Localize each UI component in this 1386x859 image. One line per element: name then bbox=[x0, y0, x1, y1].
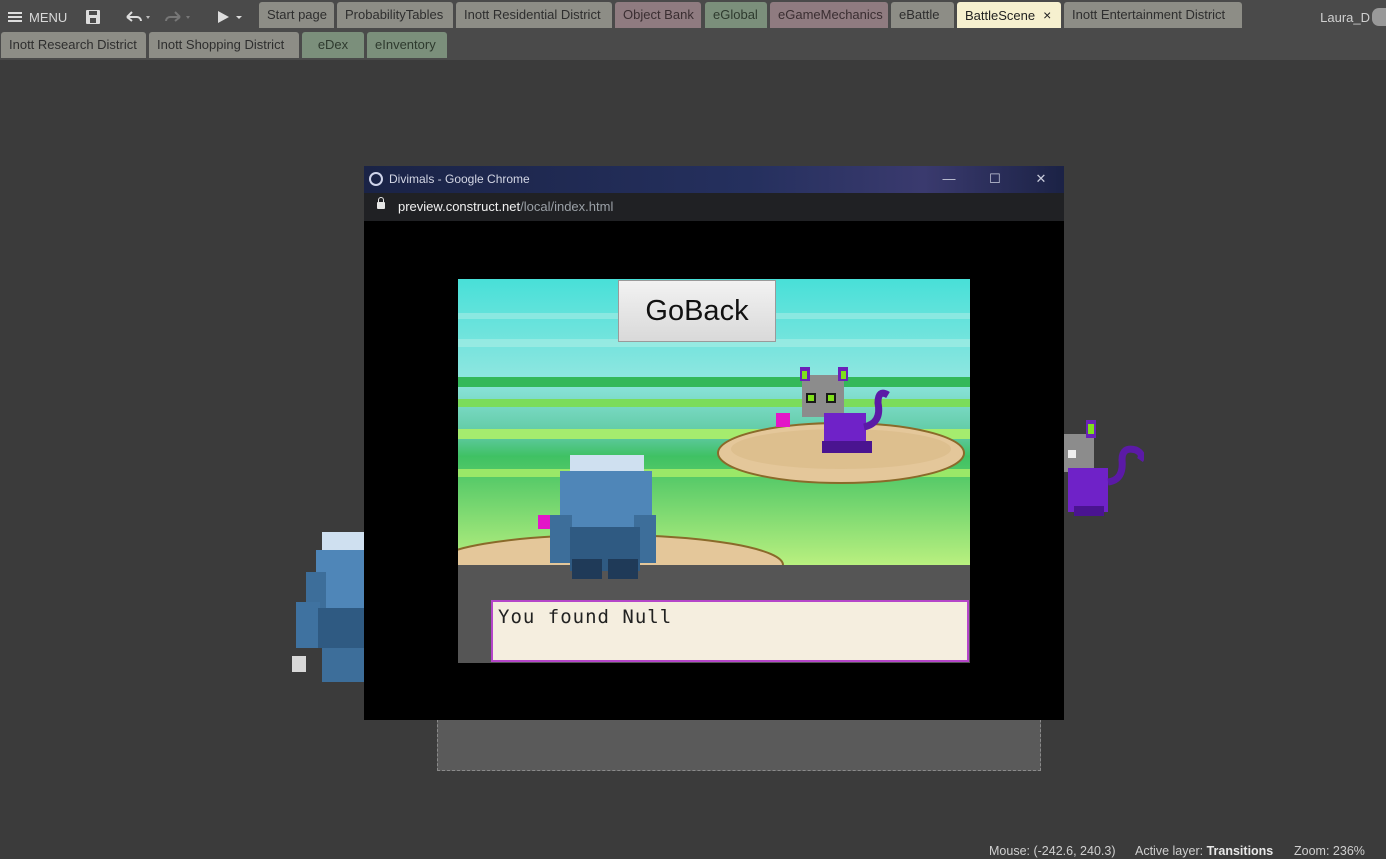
user-name[interactable]: Laura_D bbox=[1320, 10, 1370, 25]
url-host: preview.construct.net bbox=[398, 199, 521, 214]
play-icon[interactable] bbox=[216, 6, 246, 28]
menu-button[interactable]: MENU bbox=[8, 6, 67, 28]
player-sprite-large bbox=[292, 532, 364, 682]
layer-label: Active layer: bbox=[1135, 844, 1204, 858]
zoom-value: 236% bbox=[1332, 844, 1365, 858]
minimize-button[interactable]: — bbox=[936, 169, 962, 189]
redo-icon[interactable] bbox=[160, 6, 192, 28]
close-button[interactable]: ✕ bbox=[1028, 169, 1054, 189]
preview-window: Divimals - Google Chrome — ☐ ✕ preview.c… bbox=[364, 166, 1064, 720]
tab-label: BattleScene bbox=[965, 8, 1036, 23]
mouse-coordinates: Mouse: (-242.6, 240.3) bbox=[989, 844, 1115, 858]
construct-logo-icon bbox=[369, 172, 383, 186]
tab-label: eGameMechanics bbox=[778, 7, 883, 22]
tab-einventory[interactable]: eInventory bbox=[367, 32, 447, 58]
editor-topbar: MENU Start page ProbabilityTables Inott … bbox=[0, 0, 1386, 60]
mouse-value: (-242.6, 240.3) bbox=[1033, 844, 1116, 858]
player-sprite bbox=[550, 455, 656, 579]
tab-label: ProbabilityTables bbox=[345, 7, 444, 22]
tab-label: Inott Residential District bbox=[464, 7, 601, 22]
tab-label: Start page bbox=[267, 7, 327, 22]
menu-label: MENU bbox=[29, 9, 68, 25]
tab-battlescene[interactable]: BattleScene × bbox=[957, 2, 1061, 28]
zoom-level: Zoom: 236% bbox=[1294, 844, 1365, 858]
tab-label: Inott Shopping District bbox=[157, 37, 285, 52]
maximize-button[interactable]: ☐ bbox=[982, 169, 1008, 189]
window-title: Divimals - Google Chrome bbox=[389, 172, 530, 186]
tab-object-bank[interactable]: Object Bank bbox=[615, 2, 701, 28]
tab-label: eDex bbox=[317, 37, 349, 52]
cat-sprite-right bbox=[1064, 420, 1144, 516]
mouse-label: Mouse: bbox=[989, 844, 1030, 858]
menu-icon bbox=[8, 12, 22, 22]
tab-eglobal[interactable]: eGlobal bbox=[705, 2, 767, 28]
game-viewport[interactable]: GoBack You found Null bbox=[458, 279, 970, 663]
tab-egamemechanics[interactable]: eGameMechanics bbox=[770, 2, 888, 28]
tab-start-page[interactable]: Start page bbox=[259, 2, 334, 28]
avatar-icon[interactable] bbox=[1372, 8, 1386, 26]
message-box: You found Null bbox=[491, 600, 969, 662]
layer-value: Transitions bbox=[1206, 844, 1274, 858]
address-bar[interactable]: preview.construct.net/local/index.html bbox=[364, 193, 1064, 221]
close-tab-icon[interactable]: × bbox=[1043, 7, 1051, 23]
goback-button[interactable]: GoBack bbox=[618, 280, 776, 342]
undo-icon[interactable] bbox=[124, 6, 150, 28]
zoom-label: Zoom: bbox=[1294, 844, 1330, 858]
active-layer: Active layer: Transitions bbox=[1135, 844, 1273, 858]
tab-inott-research-district[interactable]: Inott Research District bbox=[1, 32, 146, 58]
tab-inott-residential-district[interactable]: Inott Residential District bbox=[456, 2, 612, 28]
url-path: /local/index.html bbox=[520, 199, 614, 214]
tab-label: Inott Research District bbox=[9, 37, 137, 52]
window-titlebar[interactable]: Divimals - Google Chrome — ☐ ✕ bbox=[364, 166, 1064, 193]
lock-icon bbox=[377, 197, 385, 209]
tab-inott-shopping-district[interactable]: Inott Shopping District bbox=[149, 32, 299, 58]
url-text[interactable]: preview.construct.net/local/index.html bbox=[398, 199, 613, 214]
tab-label: Inott Entertainment District bbox=[1072, 7, 1226, 22]
tab-label: eBattle bbox=[899, 7, 940, 22]
tab-probability-tables[interactable]: ProbabilityTables bbox=[337, 2, 453, 28]
message-text: You found Null bbox=[498, 606, 673, 628]
tab-label: Object Bank bbox=[623, 7, 694, 22]
tab-ebattle[interactable]: eBattle bbox=[891, 2, 954, 28]
tab-inott-entertainment-district[interactable]: Inott Entertainment District bbox=[1064, 2, 1242, 28]
tab-label: eGlobal bbox=[713, 7, 758, 22]
tab-edex[interactable]: eDex bbox=[302, 32, 364, 58]
save-icon[interactable] bbox=[85, 6, 101, 28]
tab-label: eInventory bbox=[375, 37, 436, 52]
